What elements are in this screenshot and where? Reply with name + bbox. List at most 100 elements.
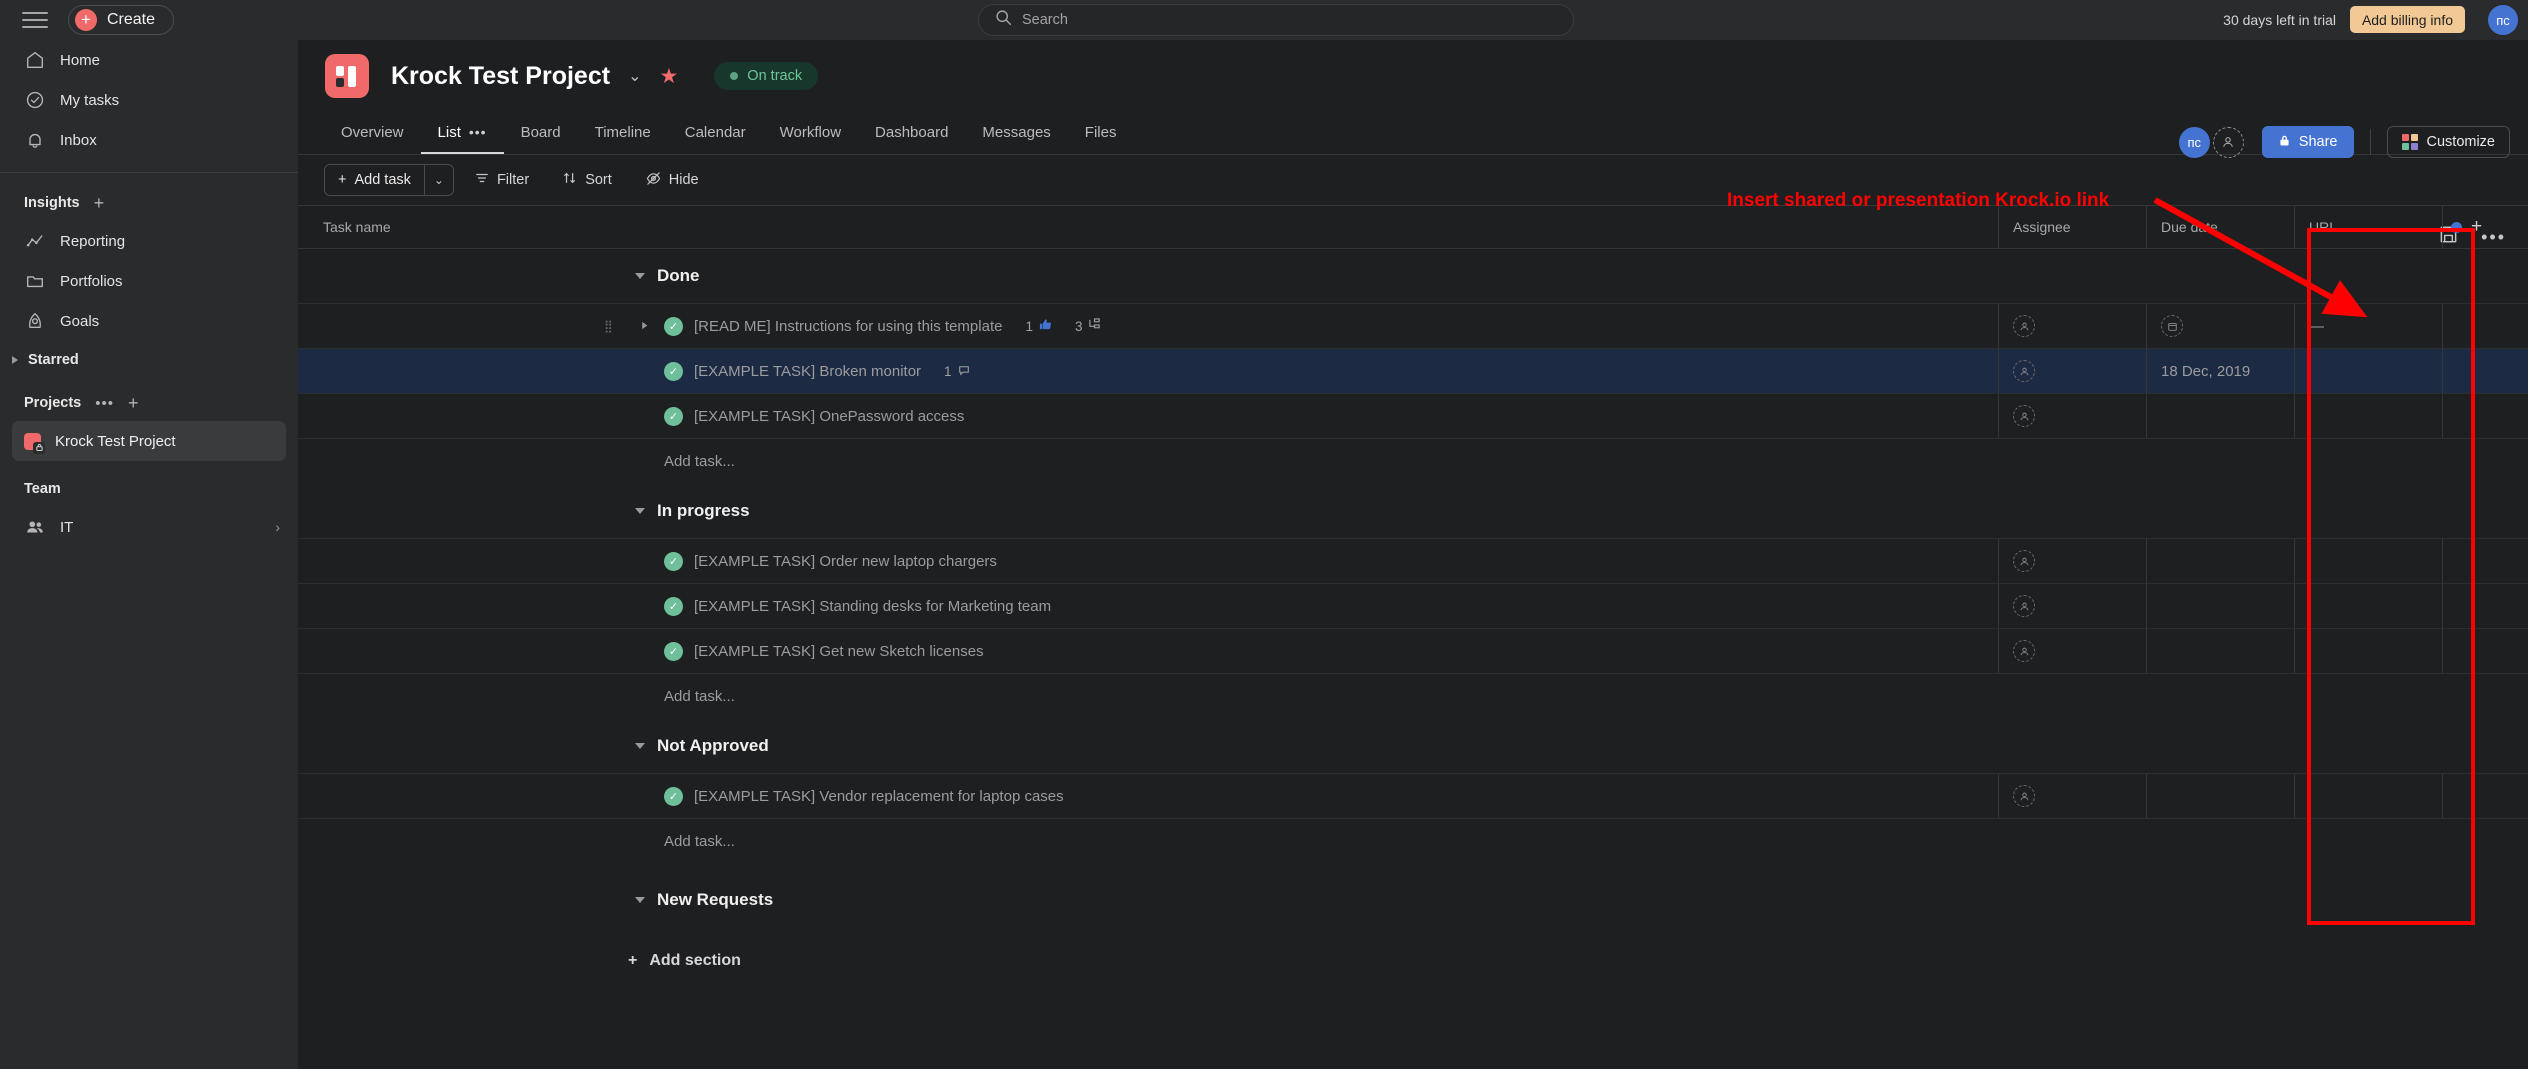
- assignee-placeholder-icon[interactable]: [2013, 595, 2035, 617]
- tab-messages[interactable]: Messages: [965, 112, 1067, 154]
- add-project-icon[interactable]: +: [128, 393, 139, 414]
- status-badge[interactable]: On track: [714, 62, 819, 90]
- table-row[interactable]: ⣿ ✓ [READ ME] Instructions for using thi…: [298, 303, 2528, 348]
- complete-checkbox[interactable]: ✓: [664, 361, 683, 381]
- assignee-placeholder-icon[interactable]: [2013, 315, 2035, 337]
- sidebar-item-inbox[interactable]: Inbox: [0, 120, 298, 160]
- section-header-not-approved[interactable]: Not Approved: [298, 719, 2528, 773]
- task-likes[interactable]: 1: [1025, 318, 1052, 334]
- due-date-cell[interactable]: [2146, 394, 2294, 438]
- menu-icon[interactable]: [22, 10, 48, 30]
- url-cell[interactable]: [2294, 629, 2442, 673]
- task-subtasks[interactable]: 3: [1075, 318, 1102, 334]
- hide-button[interactable]: Hide: [633, 164, 712, 196]
- assignee-placeholder-icon[interactable]: [2013, 360, 2035, 382]
- sidebar-item-portfolios[interactable]: Portfolios: [0, 261, 298, 301]
- sidebar-item-my-tasks[interactable]: My tasks: [0, 80, 298, 120]
- sidebar-item-krock-test-project[interactable]: Krock Test Project: [12, 421, 286, 461]
- complete-checkbox[interactable]: ✓: [664, 641, 683, 661]
- chevron-right-icon[interactable]: ›: [275, 519, 280, 535]
- add-task-inline-in-progress[interactable]: Add task...: [298, 673, 2528, 719]
- chevron-down-icon[interactable]: ⌄: [425, 165, 453, 195]
- column-header-task-name[interactable]: Task name: [298, 219, 1998, 235]
- assignee-cell[interactable]: [1998, 584, 2146, 628]
- task-name-cell[interactable]: ✓ [EXAMPLE TASK] OnePassword access: [298, 406, 1998, 426]
- customize-button[interactable]: Customize: [2386, 126, 2510, 158]
- table-row[interactable]: ✓ [EXAMPLE TASK] Order new laptop charge…: [298, 538, 2528, 583]
- due-date-cell[interactable]: [2146, 584, 2294, 628]
- assignee-placeholder-icon[interactable]: [2013, 640, 2035, 662]
- tab-workflow[interactable]: Workflow: [763, 112, 858, 154]
- tab-overflow-icon[interactable]: •••: [469, 124, 487, 140]
- table-row[interactable]: ✓ [EXAMPLE TASK] Get new Sketch licenses: [298, 628, 2528, 673]
- chevron-down-icon[interactable]: ⌄: [628, 66, 641, 86]
- calendar-icon[interactable]: [2161, 315, 2183, 337]
- section-header-in-progress[interactable]: In progress: [298, 484, 2528, 538]
- add-task-button[interactable]: + Add task ⌄: [324, 164, 454, 196]
- task-name-cell[interactable]: ✓ [EXAMPLE TASK] Get new Sketch licenses: [298, 641, 1998, 661]
- complete-checkbox[interactable]: ✓: [664, 316, 683, 336]
- share-button[interactable]: Share: [2261, 126, 2354, 158]
- column-header-assignee[interactable]: Assignee: [1998, 206, 2146, 248]
- assignee-cell[interactable]: [1998, 774, 2146, 818]
- add-task-inline-not-approved[interactable]: Add task...: [298, 818, 2528, 864]
- section-header-new-requests[interactable]: New Requests: [298, 864, 2528, 936]
- add-billing-info-button[interactable]: Add billing info: [2349, 6, 2465, 33]
- add-column-button[interactable]: +: [2442, 206, 2528, 248]
- table-row[interactable]: ✓ [EXAMPLE TASK] Standing desks for Mark…: [298, 583, 2528, 628]
- tab-list[interactable]: List •••: [420, 112, 504, 154]
- column-header-url[interactable]: URL: [2294, 206, 2442, 248]
- sidebar-item-reporting[interactable]: Reporting: [0, 221, 298, 261]
- task-name-cell[interactable]: ✓ [EXAMPLE TASK] Standing desks for Mark…: [298, 596, 1998, 616]
- task-name-cell[interactable]: ✓ [READ ME] Instructions for using this …: [298, 316, 1998, 336]
- create-button[interactable]: + Create: [68, 4, 175, 35]
- due-date-cell[interactable]: [2146, 629, 2294, 673]
- expand-icon[interactable]: [639, 318, 650, 335]
- url-cell[interactable]: [2294, 584, 2442, 628]
- tab-overview[interactable]: Overview: [324, 112, 421, 154]
- drag-handle[interactable]: ⣿: [604, 320, 614, 332]
- url-cell[interactable]: [2294, 774, 2442, 818]
- add-task-inline-done[interactable]: Add task...: [298, 438, 2528, 484]
- projects-overflow-icon[interactable]: •••: [95, 395, 114, 412]
- table-row[interactable]: ✓ [EXAMPLE TASK] OnePassword access: [298, 393, 2528, 438]
- add-insight-icon[interactable]: +: [94, 193, 105, 214]
- tab-files[interactable]: Files: [1068, 112, 1134, 154]
- url-cell[interactable]: [2294, 349, 2442, 393]
- add-section-button[interactable]: + Add section: [298, 936, 2528, 986]
- url-cell[interactable]: [2294, 394, 2442, 438]
- assignee-placeholder-icon[interactable]: [2013, 550, 2035, 572]
- task-name-cell[interactable]: ✓ [EXAMPLE TASK] Vendor replacement for …: [298, 786, 1998, 806]
- star-icon[interactable]: ★: [659, 64, 678, 89]
- user-avatar[interactable]: пс: [2488, 5, 2518, 35]
- add-member-icon[interactable]: [2212, 126, 2244, 158]
- tab-board[interactable]: Board: [504, 112, 578, 154]
- filter-button[interactable]: Filter: [462, 164, 542, 196]
- due-date-cell[interactable]: [2146, 304, 2294, 348]
- task-name-cell[interactable]: ✓ [EXAMPLE TASK] Order new laptop charge…: [298, 551, 1998, 571]
- complete-checkbox[interactable]: ✓: [664, 551, 683, 571]
- tab-timeline[interactable]: Timeline: [578, 112, 668, 154]
- assignee-cell[interactable]: [1998, 629, 2146, 673]
- due-date-cell[interactable]: [2146, 774, 2294, 818]
- assignee-placeholder-icon[interactable]: [2013, 785, 2035, 807]
- complete-checkbox[interactable]: ✓: [664, 406, 683, 426]
- assignee-placeholder-icon[interactable]: [2013, 405, 2035, 427]
- sidebar-item-it[interactable]: IT ›: [0, 507, 298, 547]
- table-row[interactable]: ✓ [EXAMPLE TASK] Broken monitor 1 18 Dec…: [298, 348, 2528, 393]
- tab-dashboard[interactable]: Dashboard: [858, 112, 965, 154]
- assignee-cell[interactable]: [1998, 539, 2146, 583]
- due-date-cell[interactable]: 18 Dec, 2019: [2146, 349, 2294, 393]
- url-cell[interactable]: [2294, 539, 2442, 583]
- sort-button[interactable]: Sort: [550, 164, 625, 196]
- sidebar-item-home[interactable]: Home: [0, 40, 298, 80]
- task-name-cell[interactable]: ✓ [EXAMPLE TASK] Broken monitor 1: [298, 361, 1998, 381]
- task-comments[interactable]: 1: [944, 364, 970, 379]
- tab-calendar[interactable]: Calendar: [668, 112, 763, 154]
- sidebar-section-starred[interactable]: Starred: [0, 341, 298, 379]
- avatar[interactable]: пс: [2178, 126, 2210, 158]
- assignee-cell[interactable]: [1998, 394, 2146, 438]
- assignee-cell[interactable]: [1998, 304, 2146, 348]
- complete-checkbox[interactable]: ✓: [664, 596, 683, 616]
- table-row[interactable]: ✓ [EXAMPLE TASK] Vendor replacement for …: [298, 773, 2528, 818]
